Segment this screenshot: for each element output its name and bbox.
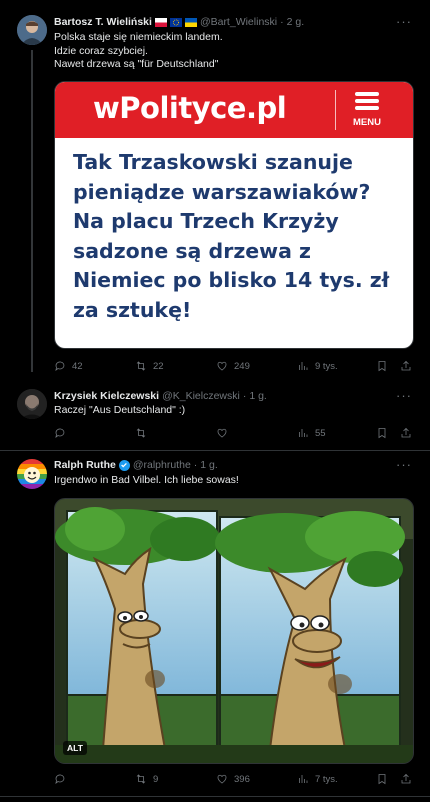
repost-button[interactable]: 9 — [135, 773, 158, 785]
more-options-icon[interactable]: ··· — [396, 15, 412, 28]
like-button[interactable]: 396 — [216, 773, 250, 785]
bookmark-icon — [378, 774, 386, 785]
more-options-icon[interactable]: ··· — [396, 458, 412, 471]
heart-icon — [217, 361, 227, 371]
brand-divider — [335, 90, 336, 130]
heart-icon — [217, 428, 227, 438]
avatar[interactable] — [17, 459, 47, 489]
verified-badge-icon — [118, 459, 130, 471]
views-icon — [299, 429, 308, 437]
repost-icon — [136, 428, 146, 438]
share-icon — [401, 360, 411, 371]
headline-line: Niemiec po blisko 14 tys. zł — [73, 268, 390, 292]
views-button[interactable]: 9 tys. — [297, 360, 338, 372]
user-handle[interactable]: @ralphruthe — [133, 459, 191, 471]
repost-button[interactable] — [135, 427, 153, 439]
bookmark-icon — [378, 428, 386, 439]
tweet-photo[interactable]: ALT — [54, 498, 414, 764]
article-card[interactable]: wPolityce.pl MENU Tak Trzaskowski szanuj… — [54, 81, 414, 349]
avatar[interactable] — [17, 15, 47, 45]
display-name[interactable]: Krzysiek Kielczewski — [54, 390, 159, 402]
like-count: 249 — [234, 360, 250, 372]
like-button[interactable]: 249 — [216, 360, 250, 372]
tweet-text-line: Nawet drzewa są "für Deutschland" — [54, 58, 219, 70]
headline-line: pieniądze warszawiaków? — [73, 179, 371, 204]
bookmark-button[interactable] — [376, 360, 388, 372]
card-brand-bar: wPolityce.pl MENU — [55, 82, 413, 138]
card-headline: Tak Trzaskowski szanuje pieniądze warsza… — [73, 148, 389, 325]
repost-button[interactable]: 22 — [135, 360, 164, 372]
views-button[interactable]: 7 tys. — [297, 773, 338, 785]
view-count: 55 — [315, 427, 326, 439]
bookmark-button[interactable] — [376, 773, 388, 785]
display-name[interactable]: Bartosz T. Wieliński — [54, 16, 152, 28]
headline-line: Tak Trzaskowski szanuje — [73, 150, 353, 174]
bookmark-button[interactable] — [376, 427, 388, 439]
poland-flag-icon — [154, 17, 167, 27]
reply-icon — [55, 428, 65, 438]
reply-count: 42 — [72, 360, 83, 372]
separator-dot: · — [280, 16, 284, 28]
repost-icon — [136, 774, 146, 784]
menu-button[interactable]: MENU — [347, 91, 387, 131]
headline-line: sadzone są drzewa z — [73, 238, 311, 263]
headline-line: za sztukę! — [73, 297, 192, 322]
reply-icon — [55, 774, 65, 784]
user-handle[interactable]: @K_Kielczewski — [162, 390, 240, 402]
ukraine-flag-icon — [184, 17, 197, 27]
like-button[interactable] — [216, 427, 234, 439]
separator-dot: · — [242, 390, 247, 402]
reply-button[interactable]: 42 — [54, 360, 83, 372]
tweet-krzysiek[interactable]: Krzysiek Kielczewski @K_Kielczewski · 1 … — [0, 384, 430, 450]
painted-utility-boxes-image — [55, 499, 413, 763]
timestamp[interactable]: 1 g. — [249, 390, 267, 402]
separator-dot: · — [193, 459, 198, 471]
alt-text-badge[interactable]: ALT — [63, 741, 87, 755]
tweet-bartosz[interactable]: Bartosz T. Wieliński @Bart_Wielinski · 2… — [0, 0, 430, 384]
views-button[interactable]: 55 — [297, 427, 326, 439]
tweet-text-line: Irgendwo in Bad Vilbel. Ich liebe sowas! — [54, 474, 239, 486]
tweet-ralph[interactable]: Ralph Ruthe @ralphruthe · 1 g. ··· Irgen… — [0, 451, 430, 796]
share-button[interactable] — [400, 773, 412, 785]
repost-count: 9 — [153, 773, 159, 785]
more-options-icon[interactable]: ··· — [396, 389, 412, 402]
views-icon — [299, 362, 308, 370]
menu-label: MENU — [353, 117, 381, 128]
tweet-divider — [0, 796, 430, 797]
display-name[interactable]: Ralph Ruthe — [54, 459, 116, 471]
user-handle[interactable]: @Bart_Wielinski — [200, 16, 277, 28]
repost-count: 22 — [153, 360, 164, 372]
tweet-text-line: Idzie coraz szybciej. — [54, 44, 148, 57]
brand-logo: wPolityce.pl — [93, 91, 287, 125]
repost-icon — [136, 361, 146, 371]
tweet-text-line: Polska staje się niemieckim landem. — [54, 31, 223, 43]
timestamp[interactable]: 1 g. — [200, 459, 218, 471]
share-icon — [401, 773, 411, 784]
views-icon — [299, 775, 308, 783]
reply-icon — [55, 361, 65, 371]
view-count: 9 tys. — [315, 360, 338, 372]
tweet-text-line: Raczej "Aus Deutschland" :) — [54, 404, 186, 416]
reply-button[interactable] — [54, 773, 72, 785]
headline-line: Na placu Trzech Krzyży — [73, 209, 339, 233]
hamburger-menu-icon — [355, 92, 379, 110]
like-count: 396 — [234, 773, 250, 785]
share-button[interactable] — [400, 360, 412, 372]
bookmark-icon — [378, 361, 386, 372]
share-button[interactable] — [400, 427, 412, 439]
timestamp[interactable]: 2 g. — [287, 16, 305, 28]
eu-flag-icon — [169, 17, 182, 27]
avatar[interactable] — [17, 389, 47, 419]
view-count: 7 tys. — [315, 773, 338, 785]
thread-line — [31, 50, 33, 372]
heart-icon — [217, 774, 227, 784]
share-icon — [401, 427, 411, 438]
reply-button[interactable] — [54, 427, 72, 439]
